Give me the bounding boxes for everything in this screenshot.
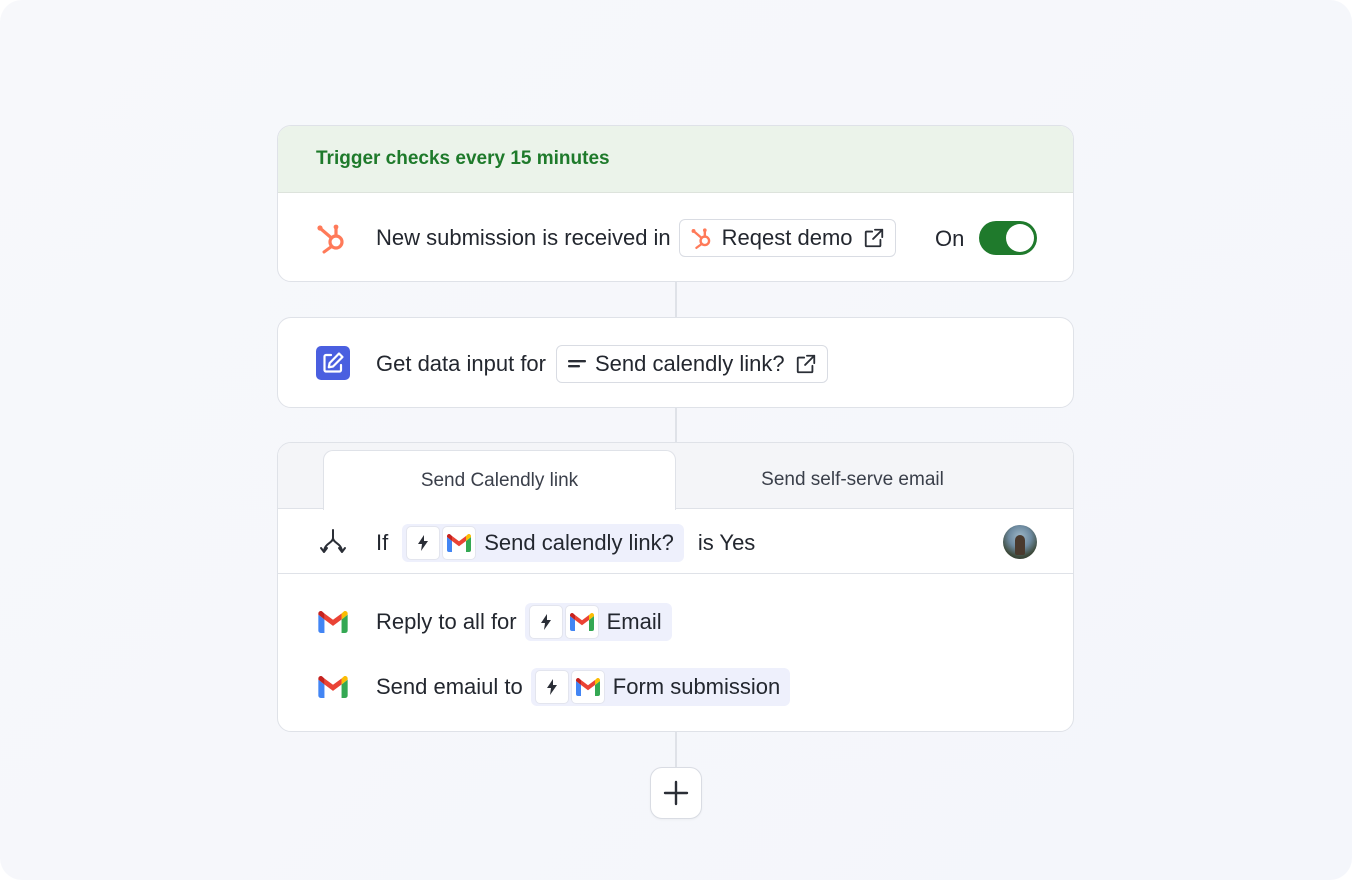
connector-line [675,732,677,768]
add-step-button[interactable] [650,767,702,819]
trigger-text: New submission is received in [376,225,671,250]
toggle-knob [1006,224,1034,252]
action-variable: Email [606,609,662,634]
tab-label: Send self-serve email [761,469,944,490]
gmail-icon [564,605,599,639]
form-pill[interactable]: Reqest demo [678,219,896,257]
hubspot-icon [690,226,714,250]
gmail-icon [316,670,350,704]
data-input-card[interactable]: Get data input for Send calendly link? [277,317,1074,408]
action-variable-pill[interactable]: Form submission [530,668,791,706]
field-name: Send calendly link? [595,351,785,376]
edit-icon [316,346,350,380]
plus-icon [663,780,689,806]
external-link-icon[interactable] [795,353,817,375]
lightning-icon [406,526,441,560]
text-field-icon [567,354,587,374]
branch-card: Send Calendly link Send self-serve email… [277,442,1074,732]
condition-row: If Send calendly link? is Yes [376,523,755,563]
connector-line [675,408,677,443]
condition-variable-pill[interactable]: Send calendly link? [402,524,684,562]
action-text: Send emaiul to [376,674,523,699]
avatar[interactable] [1003,525,1037,559]
condition-variable: Send calendly link? [484,530,674,555]
toggle-label: On [935,226,965,251]
trigger-banner-text: Trigger checks every 15 minutes [316,148,610,169]
enable-toggle[interactable] [979,221,1037,255]
lightning-icon [528,605,563,639]
workflow-canvas: Trigger checks every 15 minutes New subm… [0,0,1352,880]
tab-send-self-serve-email[interactable]: Send self-serve email [676,450,1029,510]
data-input-row: Get data input for Send calendly link? [376,344,828,384]
connector-line [675,282,677,318]
action-text: Reply to all for [376,609,517,634]
data-input-text: Get data input for [376,351,546,376]
tab-send-calendly-link[interactable]: Send Calendly link [323,450,676,510]
lightning-icon [534,670,569,704]
gmail-icon [570,670,605,704]
action-variable-pill[interactable]: Email [524,603,672,641]
trigger-card[interactable]: Trigger checks every 15 minutes New subm… [277,125,1074,282]
external-link-icon[interactable] [863,227,885,249]
tab-label: Send Calendly link [420,469,579,491]
gmail-icon [442,526,477,560]
action-row[interactable]: Send emaiul to Form submission [376,667,791,707]
hubspot-icon [314,220,350,256]
trigger-banner: Trigger checks every 15 minutes [278,126,1073,193]
branch-split-icon [316,525,350,559]
divider [278,573,1073,574]
condition-prefix: If [376,530,389,555]
trigger-row: New submission is received in Reqest dem… [376,218,896,258]
form-name: Reqest demo [721,225,853,250]
action-variable: Form submission [612,674,781,699]
field-pill[interactable]: Send calendly link? [556,345,828,383]
gmail-icon [316,605,350,639]
action-row[interactable]: Reply to all for Email [376,602,672,642]
condition-suffix: is Yes [697,530,756,555]
